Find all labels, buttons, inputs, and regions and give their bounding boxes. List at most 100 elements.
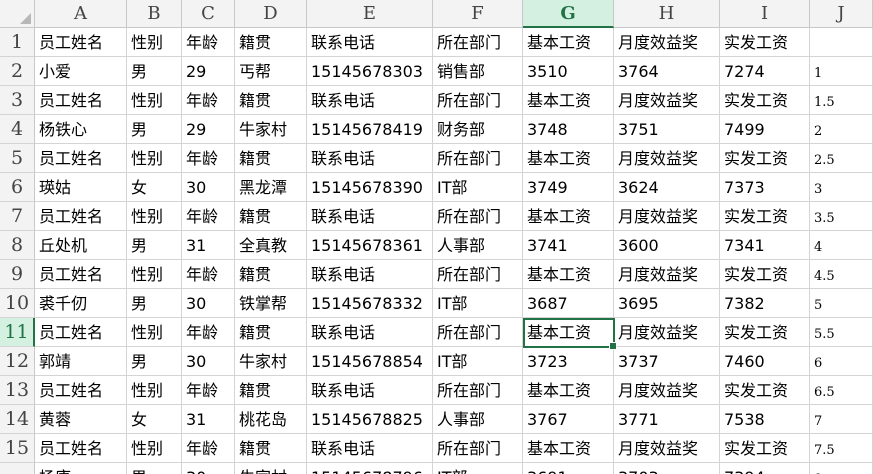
cell-f[interactable]: 所在部门 [433, 318, 523, 347]
cell-g[interactable]: 3741 [523, 231, 614, 260]
cell-i[interactable]: 7538 [720, 405, 810, 434]
row-header[interactable]: 1 [0, 28, 35, 57]
cell-e[interactable]: 联系电话 [307, 260, 433, 289]
cell-a[interactable]: 员工姓名 [35, 318, 127, 347]
cell-h[interactable]: 3703 [614, 463, 720, 474]
column-header-b[interactable]: B [127, 0, 182, 28]
cell-i[interactable]: 实发工资 [720, 260, 810, 289]
cell-i[interactable]: 实发工资 [720, 318, 810, 347]
select-all-corner[interactable] [0, 0, 35, 28]
cell-g[interactable]: 基本工资 [523, 86, 614, 115]
cell-e[interactable]: 15145678332 [307, 289, 433, 318]
cell-i[interactable]: 实发工资 [720, 376, 810, 405]
column-header-g[interactable]: G [523, 0, 614, 28]
cell-f[interactable]: 所在部门 [433, 202, 523, 231]
cell-f[interactable]: 销售部 [433, 57, 523, 86]
cell-a[interactable]: 瑛姑 [35, 173, 127, 202]
cell-b[interactable]: 性别 [127, 28, 182, 57]
cell-b[interactable]: 女 [127, 173, 182, 202]
cell-c[interactable]: 31 [182, 231, 235, 260]
cell-d[interactable]: 丐帮 [235, 57, 307, 86]
cell-f[interactable]: 所在部门 [433, 376, 523, 405]
column-header-e[interactable]: E [307, 0, 433, 28]
cell-j[interactable]: 6 [810, 347, 873, 376]
cell-c[interactable]: 年龄 [182, 28, 235, 57]
cell-i[interactable]: 7274 [720, 57, 810, 86]
cell-j[interactable]: 3 [810, 173, 873, 202]
cell-f[interactable]: 人事部 [433, 405, 523, 434]
cell-h[interactable]: 月度效益奖 [614, 318, 720, 347]
cell-g[interactable]: 基本工资 [523, 376, 614, 405]
cell-j[interactable]: 1 [810, 57, 873, 86]
row-header[interactable]: 15 [0, 434, 35, 463]
cell-h[interactable]: 月度效益奖 [614, 144, 720, 173]
cell-i[interactable]: 7460 [720, 347, 810, 376]
row-header[interactable]: 6 [0, 173, 35, 202]
cell-c[interactable]: 30 [182, 173, 235, 202]
cell-d[interactable]: 牛家村 [235, 347, 307, 376]
cell-i[interactable]: 7382 [720, 289, 810, 318]
cell-d[interactable]: 籍贯 [235, 28, 307, 57]
cell-b[interactable]: 男 [127, 289, 182, 318]
row-header[interactable]: 8 [0, 231, 35, 260]
cell-g[interactable]: 基本工资 [523, 202, 614, 231]
cell-a[interactable]: 黄蓉 [35, 405, 127, 434]
cell-i[interactable]: 7499 [720, 115, 810, 144]
cell-f[interactable]: 财务部 [433, 115, 523, 144]
cell-a[interactable]: 员工姓名 [35, 28, 127, 57]
cell-b[interactable]: 性别 [127, 434, 182, 463]
cell-b[interactable]: 性别 [127, 86, 182, 115]
cell-d[interactable]: 铁掌帮 [235, 289, 307, 318]
cell-c[interactable]: 30 [182, 347, 235, 376]
cell-j[interactable]: 2 [810, 115, 873, 144]
column-header-d[interactable]: D [235, 0, 307, 28]
cell-g[interactable]: 3749 [523, 173, 614, 202]
cell-c[interactable]: 31 [182, 405, 235, 434]
column-header-f[interactable]: F [433, 0, 523, 28]
cell-j[interactable]: 6.5 [810, 376, 873, 405]
cell-b[interactable]: 男 [127, 115, 182, 144]
cell-a[interactable]: 丘处机 [35, 231, 127, 260]
column-header-a[interactable]: A [35, 0, 127, 28]
cell-c[interactable]: 29 [182, 57, 235, 86]
cell-i[interactable]: 7373 [720, 173, 810, 202]
row-header[interactable]: 14 [0, 405, 35, 434]
cell-g[interactable]: 3748 [523, 115, 614, 144]
column-header-c[interactable]: C [182, 0, 235, 28]
cell-h[interactable]: 月度效益奖 [614, 202, 720, 231]
cell-d[interactable]: 籍贯 [235, 260, 307, 289]
cell-a[interactable]: 员工姓名 [35, 144, 127, 173]
cell-i[interactable]: 实发工资 [720, 86, 810, 115]
row-header[interactable]: 10 [0, 289, 35, 318]
row-header[interactable]: 4 [0, 115, 35, 144]
cell-c[interactable]: 年龄 [182, 144, 235, 173]
row-header[interactable]: 2 [0, 57, 35, 86]
column-header-j[interactable]: J [810, 0, 873, 28]
cell-j[interactable]: 8 [810, 463, 873, 474]
cell-h[interactable]: 3764 [614, 57, 720, 86]
cell-a[interactable]: 杨康 [35, 463, 127, 474]
cell-j[interactable]: 5.5 [810, 318, 873, 347]
cell-e[interactable]: 15145678390 [307, 173, 433, 202]
cell-e[interactable]: 联系电话 [307, 318, 433, 347]
cell-b[interactable]: 男 [127, 347, 182, 376]
cell-e[interactable]: 联系电话 [307, 28, 433, 57]
cell-f[interactable]: IT部 [433, 173, 523, 202]
cell-e[interactable]: 15145678854 [307, 347, 433, 376]
cell-a[interactable]: 杨铁心 [35, 115, 127, 144]
cell-b[interactable]: 性别 [127, 376, 182, 405]
cell-j[interactable]: 7.5 [810, 434, 873, 463]
cell-g[interactable]: 基本工资 [523, 260, 614, 289]
cell-j[interactable]: 7 [810, 405, 873, 434]
cell-c[interactable]: 29 [182, 115, 235, 144]
cell-h[interactable]: 3624 [614, 173, 720, 202]
cell-f[interactable]: 所在部门 [433, 434, 523, 463]
cell-j[interactable]: 5 [810, 289, 873, 318]
cell-h[interactable]: 月度效益奖 [614, 28, 720, 57]
cell-c[interactable]: 年龄 [182, 260, 235, 289]
spreadsheet[interactable]: 1 员工姓名 性别 年龄 籍贯 联系电话 所在部门 基本工资 月度效益奖 实发工资 2 小爱男 29 丐帮… [0, 0, 873, 474]
cell-b[interactable]: 男 [127, 463, 182, 474]
column-header-i[interactable]: I [720, 0, 810, 28]
cell-h[interactable]: 3600 [614, 231, 720, 260]
cell-d[interactable]: 籍贯 [235, 434, 307, 463]
